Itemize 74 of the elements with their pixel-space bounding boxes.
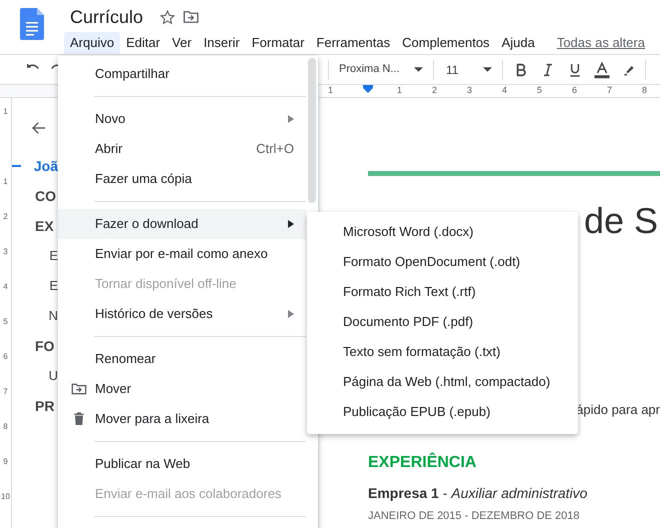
ruler-number: 7 [3,388,8,398]
ruler-number: 6 [3,353,8,363]
star-icon[interactable] [159,8,176,26]
text-color-icon[interactable] [593,60,611,80]
menu-item[interactable]: Novo [58,104,306,134]
ruler-number: 3 [467,84,474,98]
section-heading: EXPERIÊNCIA [368,452,476,473]
menu-item[interactable]: Página da Web (.html, compactado) [307,367,578,397]
menu-item[interactable]: Formato OpenDocument (.odt) [307,247,578,277]
ruler-number: 1 [3,108,8,118]
ruler-number: 2 [432,84,438,98]
job-dates: JANEIRO DE 2015 - DEZEMBRO DE 2018 [368,509,580,524]
current-heading-marker [12,165,21,167]
last-edit-link[interactable]: Todas as altera [556,33,645,53]
ruler-number: 1 [397,84,404,98]
menu-bar-item[interactable]: Editar [120,32,166,54]
outline-item[interactable]: PR [35,396,54,416]
menu-item[interactable]: Histórico de versões [58,299,306,329]
outline-item[interactable]: N [48,306,58,326]
menu-bar-item[interactable]: Inserir [198,32,246,54]
shortcut-label: Ctrl+O [256,140,294,158]
job-title: Empresa 1 - Auxiliar administrativo [368,484,588,503]
menu-bar-item[interactable]: Ajuda [496,32,541,54]
menu-item[interactable]: Texto sem formatação (.txt) [307,337,578,367]
ruler-number: 10 [1,493,10,503]
menu-bar-item[interactable]: Ferramentas [310,32,396,54]
menu-bar-item[interactable]: Formatar [246,32,310,54]
ruler-number: 8 [642,84,648,98]
menu-item[interactable]: Publicar na Web [58,449,306,479]
outline-item[interactable]: E [49,246,58,266]
ruler-number: 4 [502,84,508,98]
ruler-number: 5 [537,84,544,98]
menu-bar-item[interactable]: Complementos [396,32,496,54]
move-folder-icon [71,381,87,397]
caret-icon [414,67,423,72]
ruler-number: 2 [3,213,8,223]
outline-item[interactable]: Joã [34,156,58,176]
outline-item[interactable]: CO [35,186,56,206]
scrollbar-thumb[interactable] [308,58,316,203]
font-size-dropdown[interactable]: 11 [446,60,492,78]
outline-item[interactable]: U [48,366,58,386]
ruler-number: 5 [3,318,8,328]
outline-item[interactable]: E [49,276,58,296]
font-dropdown[interactable]: Proxima N... [339,61,423,78]
menu-item[interactable]: Formato Rich Text (.rtf) [307,277,578,307]
ruler-number: 7 [607,84,614,98]
menu-item[interactable]: Mover [58,374,306,404]
menu-item[interactable]: Compartilhar [58,59,306,89]
ruler-number: 4 [3,283,8,293]
menu-bar-item[interactable]: Arquivo [64,32,120,54]
document-icon[interactable] [20,8,44,40]
menu-item[interactable]: Fazer o download [58,209,306,239]
menu-item[interactable]: Publicação EPUB (.epub) [307,397,578,427]
ruler-number: 1 [328,84,334,98]
ruler-number: 1 [3,178,8,188]
menu-item[interactable]: Mover para a lixeira [58,404,306,434]
menu-item[interactable]: Documento PDF (.pdf) [307,307,578,337]
document-title[interactable]: Currículo [64,4,150,30]
document-heading: de S [584,203,659,239]
move-folder-icon[interactable] [182,8,200,26]
menu-item[interactable]: Fazer uma cópia [58,164,306,194]
caret-icon [483,67,492,72]
ruler-number: 6 [572,84,578,98]
body-text: ápido para apr [576,401,660,420]
menu-item[interactable]: Microsoft Word (.docx) [307,217,578,247]
menu-item[interactable]: Enviar por e-mail como anexo [58,239,306,269]
ruler-number: 3 [3,248,8,258]
menu-bar-item[interactable]: Ver [166,32,198,54]
menu-item[interactable]: Abrir Ctrl+O [58,134,306,164]
menu-item[interactable]: Renomear [58,344,306,374]
outline-item[interactable]: FO [35,336,54,356]
ruler-number: 8 [3,423,8,433]
outline-item[interactable]: EX [35,216,54,236]
ruler-number: 9 [3,458,8,468]
